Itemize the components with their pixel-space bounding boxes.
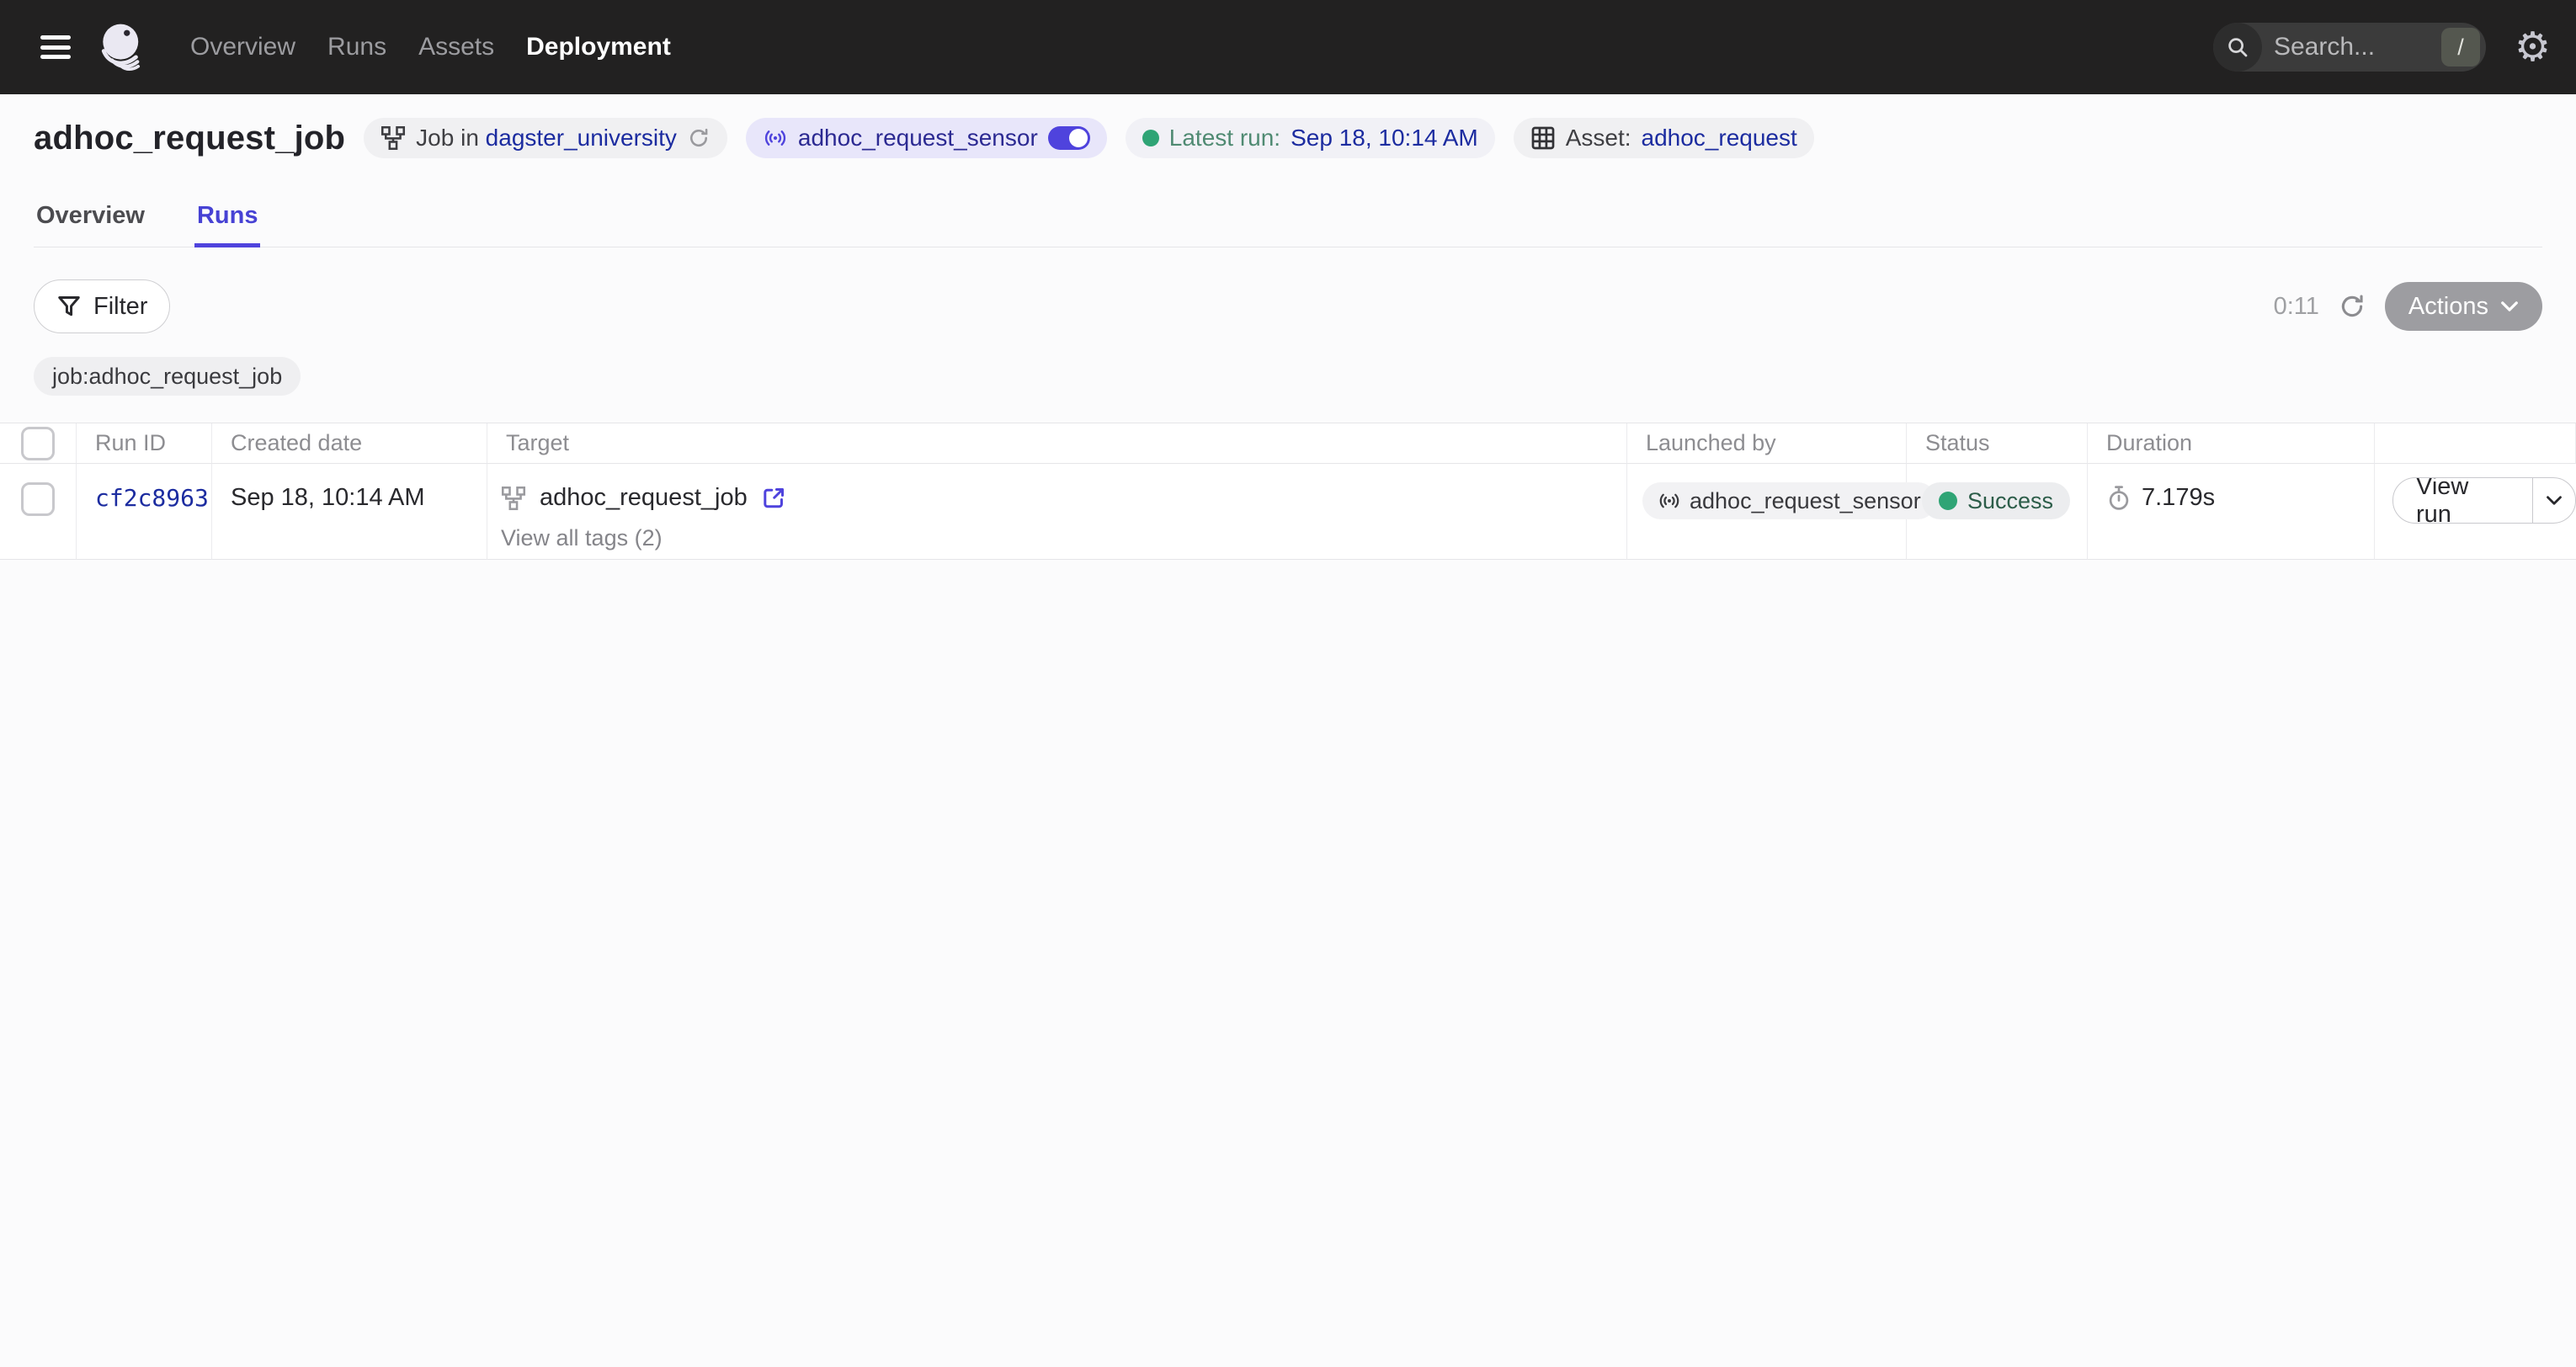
chevron-down-icon	[2546, 495, 2563, 506]
menu-icon[interactable]	[34, 30, 77, 64]
code-location-link[interactable]: dagster_university	[486, 125, 677, 151]
top-nav: Overview Runs Assets Deployment / ⚙	[0, 0, 2576, 94]
select-all-cell	[0, 423, 77, 464]
asset-pill: Asset: adhoc_request	[1514, 118, 1814, 158]
duration-value: 7.179s	[2142, 484, 2215, 512]
launched-by-value: adhoc_request_sensor	[1690, 488, 1921, 514]
job-icon	[501, 486, 526, 511]
job-icon	[381, 125, 406, 151]
sensor-icon	[1658, 489, 1681, 513]
asset-link[interactable]: adhoc_request	[1642, 125, 1797, 152]
job-pill-prefix: Job in	[416, 125, 479, 151]
row-actions-cell: View run	[2375, 464, 2576, 560]
target-cell: adhoc_request_job View all tags (2)	[487, 464, 1627, 560]
search-icon	[2213, 23, 2262, 72]
select-all-checkbox[interactable]	[21, 427, 55, 460]
nav-link-deployment[interactable]: Deployment	[526, 33, 671, 61]
actions-button-label: Actions	[2408, 293, 2488, 321]
active-filters-row: job:adhoc_request_job	[34, 357, 2542, 396]
dagster-logo-icon[interactable]	[96, 20, 150, 74]
view-run-button[interactable]: View run	[2393, 478, 2532, 523]
row-checkbox[interactable]	[21, 482, 55, 516]
refresh-button[interactable]	[2338, 292, 2366, 321]
refresh-icon	[2338, 292, 2366, 321]
column-header-target: Target	[487, 423, 1627, 464]
created-date-cell: Sep 18, 10:14 AM	[212, 464, 487, 560]
sensor-link[interactable]: adhoc_request_sensor	[798, 125, 1038, 152]
chevron-down-icon	[2500, 301, 2519, 312]
filter-button-label: Filter	[93, 293, 147, 321]
nav-link-overview[interactable]: Overview	[190, 33, 295, 61]
latest-run-pill: Latest run: Sep 18, 10:14 AM	[1126, 118, 1495, 158]
search-input[interactable]	[2274, 33, 2441, 61]
filter-chip-job[interactable]: job:adhoc_request_job	[34, 357, 301, 396]
column-header-status: Status	[1907, 423, 2088, 464]
latest-run-status-dot	[1142, 130, 1159, 146]
launched-by-cell: adhoc_request_sensor	[1627, 464, 1907, 560]
column-header-run-id: Run ID	[77, 423, 212, 464]
nav-link-runs[interactable]: Runs	[327, 33, 386, 61]
status-value: Success	[1967, 488, 2053, 514]
reload-icon[interactable]	[687, 126, 711, 150]
filter-icon	[56, 294, 82, 319]
launched-by-tag[interactable]: adhoc_request_sensor	[1642, 482, 1936, 519]
latest-run-label: Latest run:	[1169, 125, 1280, 152]
page-header: adhoc_request_job Job in dagster_univers…	[34, 118, 2542, 158]
sensor-pill: adhoc_request_sensor	[746, 118, 1107, 158]
asset-pill-label: Asset:	[1566, 125, 1631, 152]
status-badge: Success	[1922, 482, 2070, 519]
column-header-duration: Duration	[2088, 423, 2375, 464]
column-header-actions	[2375, 423, 2576, 464]
search-shortcut-key: /	[2441, 28, 2480, 66]
filter-button[interactable]: Filter	[34, 279, 170, 333]
run-id-cell: cf2c8963	[77, 464, 212, 560]
row-select-cell	[0, 464, 77, 560]
refresh-countdown: 0:11	[2274, 293, 2319, 321]
runs-table: Run ID Created date Target Launched by S…	[0, 423, 2576, 560]
actions-button[interactable]: Actions	[2385, 282, 2542, 331]
nav-link-assets[interactable]: Assets	[418, 33, 494, 61]
asset-grid-icon	[1530, 125, 1556, 151]
target-job-name[interactable]: adhoc_request_job	[540, 484, 748, 512]
duration-cell: 7.179s	[2088, 464, 2375, 560]
latest-run-link[interactable]: Sep 18, 10:14 AM	[1291, 125, 1478, 152]
stopwatch-icon	[2106, 484, 2132, 512]
run-id-link[interactable]: cf2c8963	[95, 484, 209, 512]
tab-overview[interactable]: Overview	[34, 200, 147, 247]
view-run-menu-button[interactable]	[2532, 478, 2575, 523]
status-dot	[1939, 492, 1957, 510]
sensor-toggle[interactable]	[1048, 126, 1090, 150]
view-all-tags-link[interactable]: View all tags (2)	[501, 525, 663, 551]
tab-bar: Overview Runs	[34, 200, 2542, 247]
job-location-pill: Job in dagster_university	[364, 118, 727, 158]
status-cell: Success	[1907, 464, 2088, 560]
search-input-wrap[interactable]: /	[2213, 23, 2486, 72]
column-header-launched-by: Launched by	[1627, 423, 1907, 464]
sensor-icon	[763, 125, 788, 151]
page-title: adhoc_request_job	[34, 120, 345, 157]
view-run-split-button: View run	[2392, 477, 2576, 524]
column-header-created-date: Created date	[212, 423, 487, 464]
open-in-new-icon[interactable]	[761, 486, 786, 511]
runs-toolbar: Filter 0:11 Actions	[34, 279, 2542, 333]
tab-runs[interactable]: Runs	[194, 200, 261, 247]
nav-links: Overview Runs Assets Deployment	[190, 33, 671, 61]
gear-icon[interactable]: ⚙	[2515, 27, 2551, 67]
created-date-value: Sep 18, 10:14 AM	[231, 484, 425, 512]
